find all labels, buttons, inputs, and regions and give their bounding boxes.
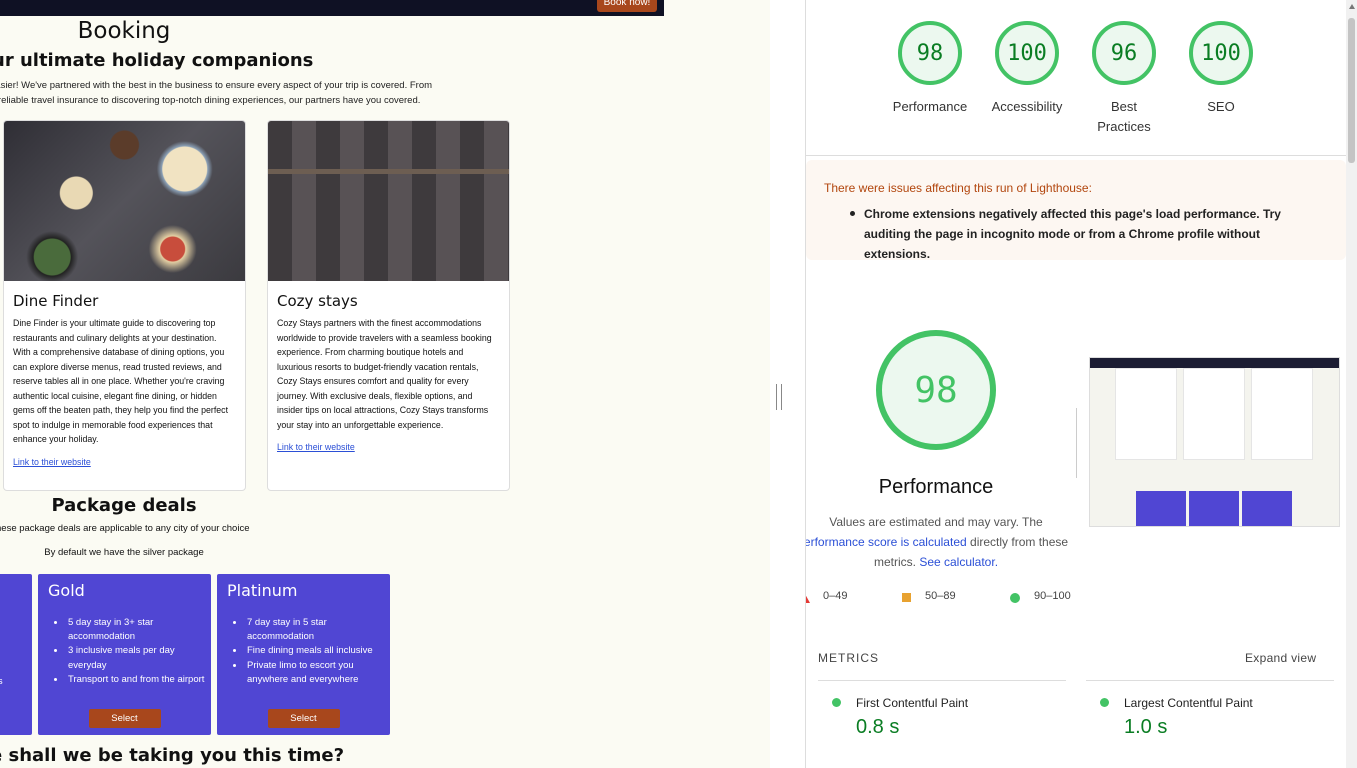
legend-fail: 0–49 [823, 590, 848, 602]
score-ring: 100 [995, 21, 1059, 85]
list-item: 3 inclusive meals per day everyday [66, 644, 211, 672]
intro-text: easier! We've partnered with the best in… [0, 78, 450, 108]
package-platinum: Platinum 7 day stay in 5 star accommodat… [217, 574, 390, 735]
score-gauge-best-practices[interactable]: 96 Best Practices [1076, 21, 1172, 137]
metrics-heading: METRICS [818, 651, 879, 665]
package-deals-heading: Package deals [51, 495, 197, 516]
thumbnail-navbar [1090, 358, 1339, 368]
dine-finder-website-link[interactable]: Link to their website [13, 457, 236, 467]
list-item: Transport to and from the airport [66, 673, 211, 687]
list-item: 7 day stay in 5 star accommodation [245, 616, 390, 644]
pass-circle-icon [1010, 593, 1020, 603]
score-ring: 98 [898, 21, 962, 85]
house-image [268, 121, 509, 281]
resize-handle[interactable] [776, 384, 782, 410]
package-default-note: By default we have the silver package [44, 547, 204, 558]
page-screenshot-thumbnail[interactable] [1089, 357, 1340, 527]
intro-line-2: g reliable travel insurance to discoveri… [0, 95, 421, 106]
pass-circle-icon [1100, 698, 1109, 707]
thumbnail-package [1242, 491, 1292, 526]
score-calculated-link[interactable]: erformance score is calculated [806, 535, 967, 549]
score-ring: 100 [1189, 21, 1253, 85]
score-gauge-accessibility[interactable]: 100 Accessibility [979, 21, 1075, 117]
thumbnail-card [1183, 368, 1245, 460]
silver-fragment: ms [0, 676, 3, 687]
package-name: Platinum [227, 581, 298, 600]
bullet-icon [850, 211, 855, 216]
legend-pass: 90–100 [1034, 590, 1071, 602]
list-item: Private limo to escort you anywhere and … [245, 659, 390, 687]
legend-average: 50–89 [925, 590, 956, 602]
note-text: metrics. [873, 555, 916, 569]
score-label: Accessibility [991, 99, 1063, 114]
note-text: Values are estimated and may vary. The [829, 515, 1043, 529]
package-features: 7 day stay in 5 star accommodation Fine … [245, 616, 390, 687]
booking-heading: Booking [77, 18, 171, 44]
cozy-stays-website-link[interactable]: Link to their website [277, 442, 500, 452]
divider [818, 680, 1066, 681]
score-variance-note: Values are estimated and may vary. The e… [806, 512, 1076, 572]
package-subtitle: hese package deals are applicable to any… [0, 523, 250, 534]
companions-heading: ur ultimate holiday companions [0, 50, 314, 71]
score-label: SEO [1207, 99, 1235, 114]
score-gauge-performance[interactable]: 98 Performance [882, 21, 978, 117]
thumbnail-package [1136, 491, 1186, 526]
divider [1086, 680, 1334, 681]
performance-title: Performance [878, 476, 994, 498]
metric-value: 1.0 s [1124, 716, 1168, 738]
expand-view-toggle[interactable]: Expand view [1245, 651, 1316, 665]
package-gold: Gold 5 day stay in 3+ star accommodation… [38, 574, 211, 735]
devtools-gutter [788, 0, 806, 768]
pass-circle-icon [832, 698, 841, 707]
package-features: 5 day stay in 3+ star accommodation 3 in… [66, 616, 211, 687]
scrollbar-thumb[interactable] [1348, 18, 1355, 163]
performance-score-gauge: 98 [876, 330, 996, 450]
destination-heading: e shall we be taking you this time? [0, 745, 345, 766]
scroll-up-icon[interactable] [1349, 4, 1355, 9]
card-text: Cozy Stays partners with the finest acco… [277, 318, 492, 430]
metric-value: 0.8 s [856, 716, 900, 738]
select-gold-button[interactable]: Select [88, 709, 161, 728]
food-image [4, 121, 245, 281]
scrollbar[interactable] [1346, 0, 1357, 768]
metric-name: First Contentful Paint [856, 696, 969, 710]
run-warnings: There were issues affecting this run of … [806, 160, 1346, 261]
list-item: Fine dining meals all inclusive [245, 644, 390, 658]
see-calculator-link[interactable]: See calculator. [919, 555, 998, 569]
divider [806, 155, 1346, 156]
site-navbar [0, 0, 664, 16]
warning-title: There were issues affecting this run of … [824, 181, 1092, 195]
score-gauge-seo[interactable]: 100 SEO [1173, 21, 1269, 117]
list-item: 5 day stay in 3+ star accommodation [66, 616, 211, 644]
card-title: Dine Finder [13, 292, 99, 310]
site-preview: Book now! Booking ur ultimate holiday co… [0, 0, 770, 768]
score-label: Best Practices [1097, 99, 1151, 134]
thumbnail-card [1251, 368, 1313, 460]
score-label: Performance [892, 99, 968, 114]
partner-card-dine-finder: Dine Finder Dine Finder is your ultimate… [3, 120, 246, 491]
metric-name: Largest Contentful Paint [1124, 696, 1253, 710]
package-name: Gold [48, 581, 85, 600]
divider [1076, 408, 1077, 478]
thumbnail-card [1115, 368, 1177, 460]
select-platinum-button[interactable]: Select [267, 709, 340, 728]
book-now-button[interactable]: Book now! [597, 0, 657, 12]
lighthouse-report: 98 Performance 100 Accessibility 96 Best… [806, 0, 1346, 768]
intro-line-1: easier! We've partnered with the best in… [0, 80, 433, 91]
average-square-icon [902, 593, 911, 602]
card-text: Dine Finder is your ultimate guide to di… [13, 318, 229, 444]
score-ring: 96 [1092, 21, 1156, 85]
package-silver: ms [0, 574, 32, 735]
card-title: Cozy stays [277, 292, 358, 310]
partner-card-cozy-stays: Cozy stays Cozy Stays partners with the … [267, 120, 510, 491]
warning-item: Chrome extensions negatively affected th… [864, 207, 1281, 261]
fail-triangle-icon [806, 594, 810, 603]
thumbnail-package [1189, 491, 1239, 526]
note-text: directly from these [970, 535, 1069, 549]
